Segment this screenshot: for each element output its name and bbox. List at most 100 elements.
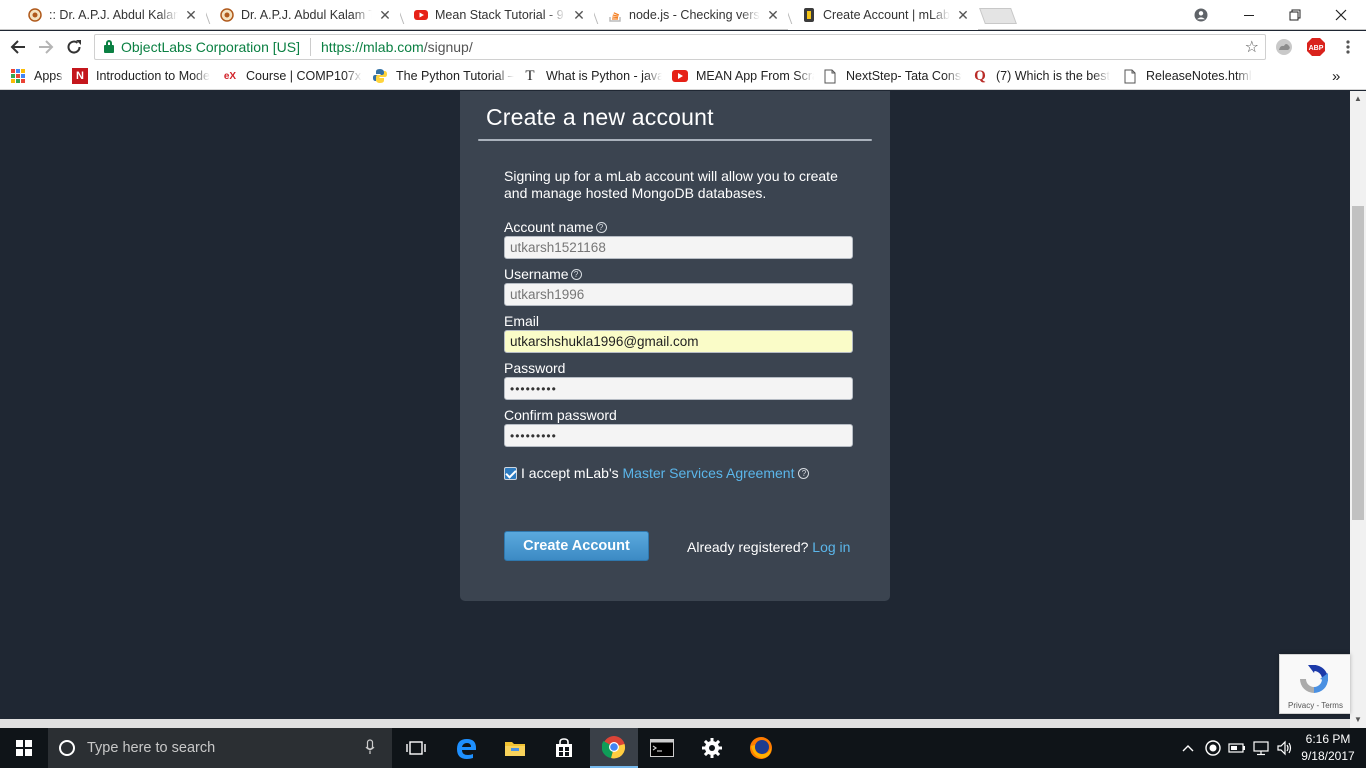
terms-agreement: I accept mLab's Master Services Agreemen…	[504, 465, 810, 481]
tab-apj-2[interactable]: Dr. A.P.J. Abdul Kalam Te ✕	[206, 0, 400, 30]
certificate-org[interactable]: ObjectLabs Corporation [US]	[121, 39, 300, 55]
tab-close-icon[interactable]: ✕	[378, 7, 392, 24]
bookmarks-overflow-chevron-icon[interactable]: »	[1332, 67, 1346, 85]
horizontal-scrollbar[interactable]	[0, 719, 1350, 728]
tab-title: Create Account | mLab	[823, 8, 950, 22]
task-view-icon[interactable]	[392, 728, 440, 768]
mlab-icon	[802, 8, 816, 22]
reload-icon[interactable]	[64, 37, 84, 57]
bookmark-python-tutorial[interactable]: The Python Tutorial –	[372, 67, 514, 85]
window-close-icon[interactable]	[1318, 0, 1364, 30]
clock-time: 6:16 PM	[1305, 732, 1351, 746]
account-name-label: Account name ?	[504, 219, 607, 235]
tab-strip: :: Dr. A.P.J. Abdul Kalam Te ✕ Dr. A.P.J…	[0, 0, 1366, 30]
page-icon	[822, 68, 838, 84]
bookmark-nextstep[interactable]: NextStep- Tata Consu	[822, 67, 962, 85]
tab-close-icon[interactable]: ✕	[184, 7, 198, 24]
file-explorer-icon[interactable]	[491, 728, 539, 768]
quora-icon: Q	[974, 67, 986, 84]
battery-icon[interactable]	[1226, 728, 1248, 768]
new-tab-button[interactable]	[979, 8, 1017, 24]
chrome-icon[interactable]	[590, 728, 638, 768]
create-account-button[interactable]: Create Account	[504, 531, 649, 561]
recaptcha-badge[interactable]: Privacy - Terms	[1279, 654, 1350, 714]
confirm-password-field[interactable]: •••••••••	[504, 424, 853, 447]
back-arrow-icon[interactable]	[8, 37, 28, 57]
tab-apj-1[interactable]: :: Dr. A.P.J. Abdul Kalam Te ✕	[14, 0, 206, 30]
tab-close-icon[interactable]: ✕	[956, 7, 970, 24]
stackoverflow-icon	[608, 8, 622, 22]
bookmark-intro-modern[interactable]: N Introduction to Mode	[72, 67, 212, 85]
password-field[interactable]: •••••••••	[504, 377, 853, 400]
cmd-icon[interactable]	[638, 728, 686, 768]
minimize-icon[interactable]	[1226, 0, 1272, 30]
bookmark-release-notes[interactable]: ReleaseNotes.html	[1122, 67, 1262, 85]
clock-date: 9/18/2017	[1301, 749, 1355, 763]
tab-mean-stack[interactable]: Mean Stack Tutorial - 9 ✕	[400, 0, 594, 30]
address-url[interactable]: https://mlab.com/signup/	[321, 39, 473, 55]
tab-nodejs[interactable]: node.js - Checking versio ✕	[594, 0, 788, 30]
settings-icon[interactable]	[688, 728, 736, 768]
taskbar-search[interactable]: Type here to search	[48, 728, 392, 768]
apps-grid-icon	[10, 68, 26, 84]
apj-logo-icon	[220, 8, 234, 22]
adblock-plus-icon[interactable]: ABP	[1306, 37, 1326, 57]
youtube-icon	[414, 8, 428, 22]
bookmark-star-icon[interactable]: ☆	[1245, 37, 1259, 57]
account-name-field[interactable]: utkarsh1521168	[504, 236, 853, 259]
network-icon[interactable]	[1250, 728, 1272, 768]
firefox-icon[interactable]	[737, 728, 785, 768]
help-icon[interactable]: ?	[595, 221, 607, 233]
extension-cloud-icon[interactable]	[1274, 37, 1294, 57]
confirm-password-label: Confirm password	[504, 407, 617, 423]
tab-title: :: Dr. A.P.J. Abdul Kalam Te	[49, 8, 178, 22]
forward-arrow-icon[interactable]	[36, 37, 56, 57]
tab-mlab-active[interactable]: Create Account | mLab ✕	[788, 0, 978, 30]
scrollbar-thumb[interactable]	[1352, 206, 1364, 520]
login-link[interactable]: Log in	[812, 539, 850, 555]
bookmark-mean-app[interactable]: MEAN App From Scra	[672, 67, 814, 85]
volume-icon[interactable]	[1274, 728, 1296, 768]
chrome-menu-icon[interactable]	[1338, 37, 1358, 57]
email-field[interactable]: utkarshshukla1996@gmail.com	[504, 330, 853, 353]
record-icon[interactable]	[1202, 728, 1224, 768]
signup-intro-text: Signing up for a mLab account will allow…	[504, 168, 838, 201]
tab-close-icon[interactable]: ✕	[766, 7, 780, 24]
email-label: Email	[504, 313, 540, 329]
edge-icon[interactable]	[442, 728, 490, 768]
bookmark-quora[interactable]: Q (7) Which is the best	[972, 67, 1114, 85]
bookmark-apps[interactable]: Apps	[10, 67, 66, 85]
show-hidden-icons-chevron-icon[interactable]	[1178, 728, 1198, 768]
bookmark-what-is-python[interactable]: T What is Python - java	[522, 67, 662, 85]
scroll-up-arrow-icon[interactable]: ▲	[1350, 91, 1366, 107]
tab-close-icon[interactable]: ✕	[572, 7, 586, 24]
search-placeholder: Type here to search	[87, 740, 216, 756]
terms-label: I accept mLab's	[521, 465, 623, 481]
master-services-agreement-link[interactable]: Master Services Agreement	[623, 465, 795, 481]
svg-text:ABP: ABP	[1309, 45, 1324, 52]
secure-lock-icon	[103, 40, 115, 54]
tab-title: node.js - Checking versio	[629, 8, 760, 22]
store-icon[interactable]	[540, 728, 588, 768]
username-field[interactable]: utkarsh1996	[504, 283, 853, 306]
restore-icon[interactable]	[1272, 0, 1318, 30]
taskbar-clock[interactable]: 6:16 PM 9/18/2017	[1298, 731, 1358, 765]
bookmark-edx-course[interactable]: eX Course | COMP107x |	[222, 67, 362, 85]
microphone-icon[interactable]	[362, 738, 378, 758]
help-icon[interactable]: ?	[570, 268, 582, 280]
nptel-icon: N	[72, 68, 88, 84]
scroll-down-arrow-icon[interactable]: ▼	[1350, 712, 1366, 728]
cortana-icon	[59, 740, 75, 756]
address-bar[interactable]: ObjectLabs Corporation [US] https://mlab…	[94, 34, 1266, 60]
python-icon	[372, 68, 388, 84]
page-icon	[1122, 68, 1138, 84]
windows-logo-icon	[16, 740, 32, 756]
profile-icon[interactable]	[1178, 0, 1224, 30]
help-icon[interactable]: ?	[798, 467, 810, 479]
recaptcha-privacy-terms[interactable]: Privacy - Terms	[1288, 701, 1343, 710]
title-divider	[478, 139, 872, 141]
terms-checkbox[interactable]	[504, 466, 517, 480]
vertical-scrollbar[interactable]: ▲ ▼	[1350, 91, 1366, 728]
start-button[interactable]	[0, 728, 48, 768]
signup-card: Create a new account Signing up for a mL…	[460, 91, 890, 601]
